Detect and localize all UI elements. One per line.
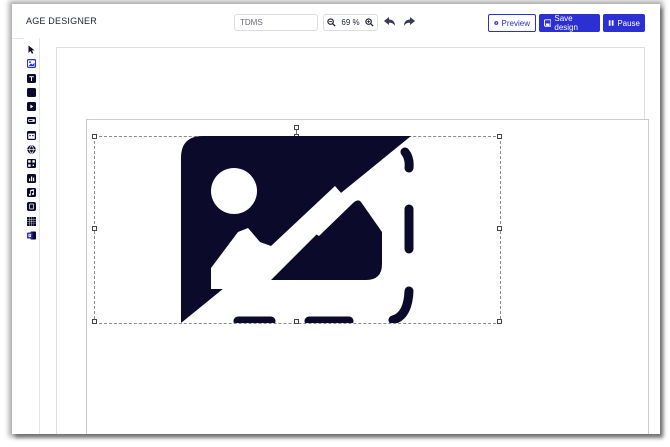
document-name-field[interactable]: TDMS bbox=[234, 14, 318, 31]
ticker-icon[interactable] bbox=[27, 116, 36, 125]
bar-chart-icon[interactable] bbox=[27, 174, 36, 183]
text-icon[interactable] bbox=[27, 74, 36, 83]
resize-handle-bottom-left[interactable] bbox=[92, 319, 97, 324]
zoom-control: 69 % bbox=[323, 14, 378, 31]
save-design-label: Save design bbox=[554, 14, 578, 32]
image-icon[interactable] bbox=[27, 59, 36, 68]
floppy-disk-icon bbox=[544, 19, 552, 27]
resize-handle-right[interactable] bbox=[497, 226, 502, 231]
zoom-in-icon[interactable] bbox=[365, 18, 374, 27]
resize-handle-bottom-right[interactable] bbox=[497, 319, 502, 324]
video-icon[interactable] bbox=[27, 102, 36, 111]
preview-label: Preview bbox=[501, 18, 530, 28]
square-icon[interactable] bbox=[27, 88, 36, 97]
pause-button[interactable]: Pause bbox=[603, 14, 645, 32]
qr-code-icon[interactable] bbox=[27, 159, 36, 168]
undo-icon[interactable] bbox=[383, 16, 396, 27]
cursor-arrow-icon[interactable] bbox=[27, 45, 36, 54]
tool-sidebar bbox=[24, 38, 40, 434]
broken-image-icon bbox=[181, 136, 414, 323]
device-icon[interactable] bbox=[27, 202, 36, 211]
powerpoint-icon[interactable] bbox=[27, 231, 36, 240]
redo-icon[interactable] bbox=[403, 16, 416, 27]
zoom-level: 69 % bbox=[341, 18, 360, 27]
top-bar: AGE DESIGNER TDMS 69 % Preview Save desi… bbox=[12, 4, 660, 39]
pause-label: Pause bbox=[617, 18, 640, 28]
zoom-out-icon[interactable] bbox=[327, 18, 336, 27]
grid-icon[interactable] bbox=[27, 217, 36, 226]
resize-handle-top-right[interactable] bbox=[497, 134, 502, 139]
designer-window: AGE DESIGNER TDMS 69 % Preview Save desi… bbox=[12, 4, 660, 434]
eye-icon bbox=[494, 21, 499, 25]
music-icon[interactable] bbox=[27, 188, 36, 197]
app-title: AGE DESIGNER bbox=[26, 16, 97, 26]
preview-button[interactable]: Preview bbox=[488, 14, 536, 32]
globe-icon[interactable] bbox=[27, 145, 36, 154]
pause-icon bbox=[608, 20, 614, 26]
calendar-icon[interactable] bbox=[27, 131, 36, 140]
resize-handle-top-left[interactable] bbox=[92, 134, 97, 139]
save-design-button[interactable]: Save design bbox=[539, 14, 600, 32]
resize-handle-left[interactable] bbox=[92, 226, 97, 231]
rotate-handle[interactable] bbox=[294, 125, 299, 130]
